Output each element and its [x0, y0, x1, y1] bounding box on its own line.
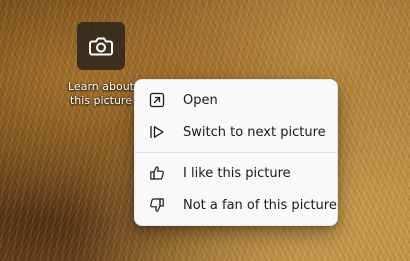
menu-item-switch-next-picture[interactable]: Switch to next picture	[139, 116, 333, 148]
camera-icon-tile[interactable]	[77, 22, 125, 70]
open-external-icon	[149, 92, 165, 108]
context-menu: Open Switch to next picture I like this …	[134, 79, 338, 226]
menu-item-open[interactable]: Open	[139, 84, 333, 116]
menu-item-dislike-picture[interactable]: Not a fan of this picture	[139, 189, 337, 221]
learn-about-picture-shortcut[interactable]: Learn about this picture	[64, 22, 138, 108]
thumbs-down-icon	[149, 197, 165, 213]
menu-item-label: Switch to next picture	[183, 124, 326, 140]
menu-item-label: Not a fan of this picture	[183, 197, 337, 213]
menu-item-like-picture[interactable]: I like this picture	[139, 157, 333, 189]
thumbs-up-icon	[149, 165, 165, 181]
next-picture-icon	[149, 124, 165, 140]
menu-item-label: Open	[183, 92, 218, 108]
menu-separator	[135, 152, 337, 153]
desktop-icon-label: Learn about this picture	[68, 80, 134, 107]
menu-item-label: I like this picture	[183, 165, 291, 181]
camera-icon	[89, 37, 113, 56]
